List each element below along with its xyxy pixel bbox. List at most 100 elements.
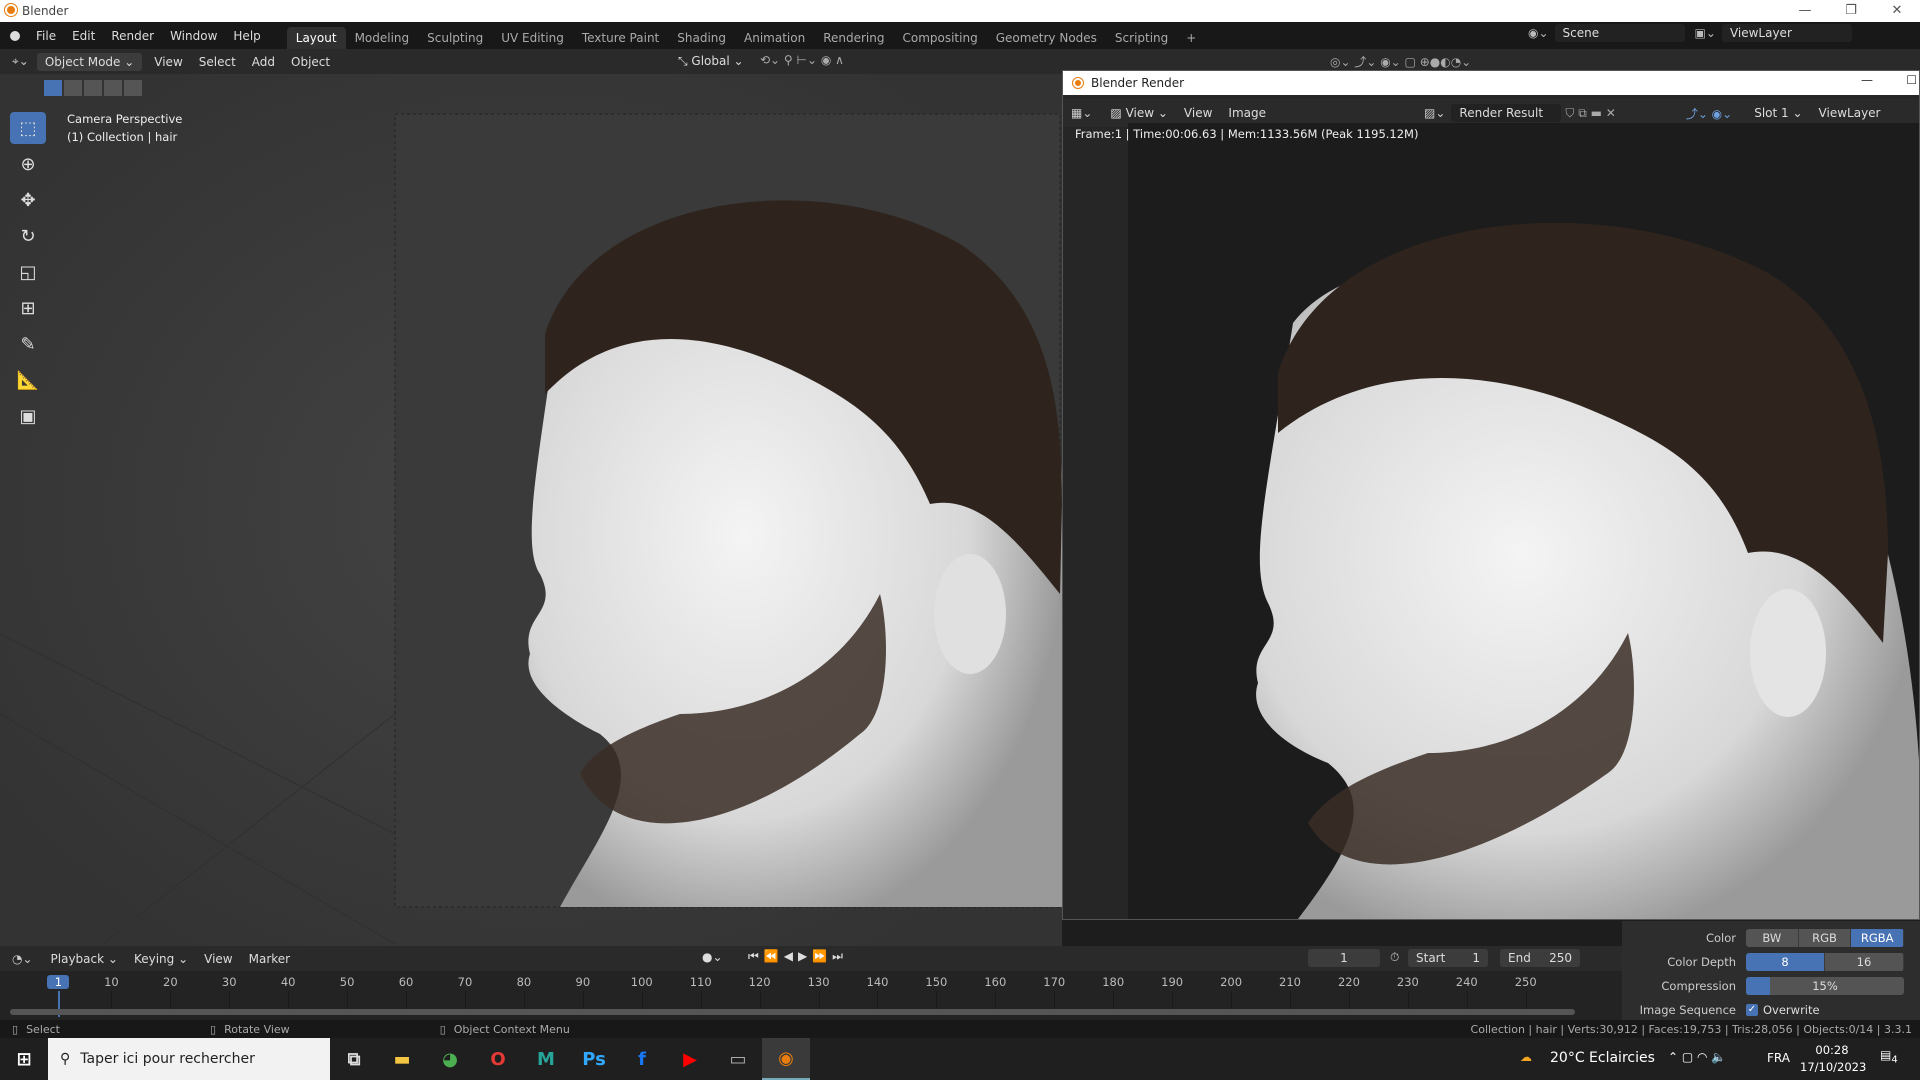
select-subtract-icon[interactable]	[84, 80, 102, 96]
depth-8-button[interactable]: 8	[1746, 953, 1825, 971]
close-button[interactable]: ✕	[1874, 0, 1920, 22]
keying-menu[interactable]: Keying ⌄	[126, 950, 196, 968]
timeline-editor-icon[interactable]: ◔⌄	[12, 952, 33, 966]
measure-icon[interactable]: 📐	[10, 364, 46, 396]
add-workspace-button[interactable]: +	[1177, 27, 1205, 49]
editor-type-icon[interactable]: ⌖⌄	[12, 54, 29, 69]
current-frame-field[interactable]: 1	[1308, 949, 1380, 967]
scene-field[interactable]: Scene	[1554, 24, 1685, 42]
end-frame-field[interactable]: End 250	[1500, 949, 1580, 967]
transform-icon[interactable]: ⊞	[10, 292, 46, 324]
view-menu[interactable]: View	[196, 950, 240, 968]
record-icon[interactable]: ●⌄	[702, 950, 723, 964]
gizmo-toggle-icon[interactable]: ⤴⌄ ◉⌄	[1686, 105, 1732, 122]
taskbar-search[interactable]: ⚲ Taper ici pour rechercher	[48, 1038, 330, 1080]
start-button[interactable]: ⊞	[0, 1038, 48, 1080]
blender-menu-icon[interactable]	[10, 30, 20, 41]
image-browse-icon[interactable]: ▨⌄	[1424, 106, 1445, 120]
workspace-tabs: Layout Modeling Sculpting UV Editing Tex…	[286, 27, 1206, 49]
tray-icons[interactable]: ⌃ ▢ ◠ 🔈	[1668, 1050, 1726, 1064]
slot-dropdown[interactable]: Slot 1 ⌄	[1746, 104, 1810, 122]
tab-texture-paint[interactable]: Texture Paint	[573, 27, 668, 49]
select-intersect-icon[interactable]	[124, 80, 142, 96]
viewlayer-icon[interactable]: ▣⌄	[1695, 26, 1716, 40]
overlay-icons[interactable]: ◎⌄ ⤴⌄ ◉⌄ ▢ ⊕●◐◔⌄	[1330, 53, 1471, 70]
weather-text[interactable]: 20°C Eclaircies	[1550, 1050, 1655, 1066]
color-rgba-button[interactable]: RGBA	[1851, 929, 1904, 947]
snap-icons[interactable]: ⟲⌄ ⚲ ⊢⌄ ◉ ∧	[760, 53, 844, 67]
select-invert-icon[interactable]	[104, 80, 122, 96]
chrome-icon[interactable]: ◕	[426, 1038, 474, 1080]
tab-compositing[interactable]: Compositing	[893, 27, 986, 49]
blender-taskbar-icon[interactable]: ◉	[762, 1038, 810, 1080]
m-app-icon[interactable]: M	[522, 1038, 570, 1080]
menu-render[interactable]: Render	[103, 29, 162, 43]
tab-layout[interactable]: Layout	[286, 27, 346, 49]
timeline-scrollbar[interactable]	[10, 1009, 1575, 1015]
minimize-button[interactable]: —	[1782, 0, 1828, 22]
menu-select[interactable]: Select	[191, 53, 244, 71]
playback-controls[interactable]: ⏮⏪◀▶⏩⏭	[748, 949, 848, 964]
select-box-icon[interactable]: ⬚	[10, 112, 46, 144]
scale-icon[interactable]: ◱	[10, 256, 46, 288]
tab-geometry-nodes[interactable]: Geometry Nodes	[987, 27, 1106, 49]
playback-menu[interactable]: Playback ⌄	[43, 950, 126, 968]
marker-menu[interactable]: Marker	[241, 950, 298, 968]
app-icon[interactable]: ▭	[714, 1038, 762, 1080]
add-cube-icon[interactable]: ▣	[10, 400, 46, 432]
render-minimize-button[interactable]: —	[1861, 73, 1873, 87]
select-new-icon[interactable]	[44, 80, 62, 96]
menu-view[interactable]: View	[146, 53, 190, 71]
viewlayer-field[interactable]: ViewLayer	[1721, 24, 1852, 42]
photoshop-icon[interactable]: Ps	[570, 1038, 618, 1080]
tab-shading[interactable]: Shading	[668, 27, 735, 49]
task-view-icon[interactable]: ⧉	[330, 1038, 378, 1080]
start-frame-field[interactable]: Start 1	[1408, 949, 1488, 967]
opera-icon[interactable]: O	[474, 1038, 522, 1080]
timeline[interactable]: 1 10 20 30 40 50 60 70 80 90 100 110 120 130 140 150 160…	[0, 971, 1622, 1020]
menu-window[interactable]: Window	[162, 29, 225, 43]
view-mode-dropdown[interactable]: ▨ View ⌄	[1102, 104, 1176, 122]
menu-view[interactable]: View	[1176, 104, 1220, 122]
file-explorer-icon[interactable]: ▬	[378, 1038, 426, 1080]
mode-dropdown[interactable]: Object Mode ⌄	[36, 52, 143, 71]
notifications-icon[interactable]: ▤4	[1880, 1048, 1898, 1065]
tab-rendering[interactable]: Rendering	[814, 27, 893, 49]
editor-type-icon[interactable]: ▦⌄	[1071, 106, 1092, 120]
depth-16-button[interactable]: 16	[1825, 953, 1904, 971]
menu-edit[interactable]: Edit	[64, 29, 103, 43]
compression-slider[interactable]: 15%	[1746, 977, 1904, 995]
scene-icon[interactable]: ◉⌄	[1528, 26, 1549, 40]
image-actions-icons[interactable]: ⛉ ⧉ ▬ ✕	[1565, 106, 1615, 121]
color-bw-button[interactable]: BW	[1746, 929, 1799, 947]
image-name-field[interactable]: Render Result	[1451, 104, 1562, 122]
menu-help[interactable]: Help	[225, 29, 268, 43]
tab-uv-editing[interactable]: UV Editing	[492, 27, 573, 49]
render-result-image[interactable]	[1128, 123, 1919, 919]
maximize-button[interactable]: ❐	[1828, 0, 1874, 22]
language-indicator[interactable]: FRA	[1767, 1051, 1790, 1065]
menu-add[interactable]: Add	[244, 53, 283, 71]
overwrite-checkbox[interactable]: ✓	[1746, 1004, 1758, 1016]
color-rgb-button[interactable]: RGB	[1799, 929, 1852, 947]
render-layer-dropdown[interactable]: ViewLayer	[1811, 104, 1889, 122]
menu-image[interactable]: Image	[1220, 104, 1274, 122]
menu-file[interactable]: File	[28, 29, 64, 43]
facebook-icon[interactable]: f	[618, 1038, 666, 1080]
youtube-icon[interactable]: ▶	[666, 1038, 714, 1080]
clock[interactable]: 00:28 17/10/2023	[1800, 1042, 1866, 1076]
move-icon[interactable]: ✥	[10, 184, 46, 216]
orientation-dropdown[interactable]: ⤡ Global ⌄	[670, 52, 752, 71]
menu-object[interactable]: Object	[283, 53, 338, 71]
select-extend-icon[interactable]	[64, 80, 82, 96]
tab-animation[interactable]: Animation	[735, 27, 814, 49]
tab-sculpting[interactable]: Sculpting	[418, 27, 492, 49]
3d-viewport[interactable]: Camera Perspective (1) Collection | hair	[0, 74, 1062, 946]
render-maximize-button[interactable]: ☐	[1906, 73, 1917, 87]
cursor-icon[interactable]: ⊕	[10, 148, 46, 180]
search-placeholder: Taper ici pour rechercher	[80, 1051, 255, 1067]
annotate-icon[interactable]: ✎	[10, 328, 46, 360]
tab-scripting[interactable]: Scripting	[1106, 27, 1177, 49]
tab-modeling[interactable]: Modeling	[346, 27, 419, 49]
rotate-icon[interactable]: ↻	[10, 220, 46, 252]
